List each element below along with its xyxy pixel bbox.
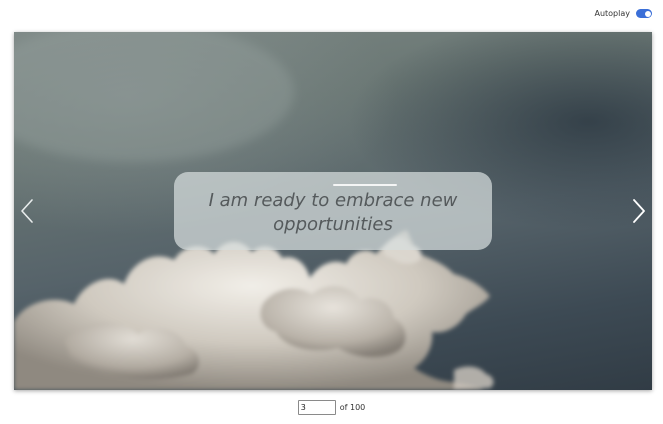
chevron-right-icon <box>633 199 645 223</box>
next-slide-button[interactable] <box>627 196 649 226</box>
quote-box: I am ready to embrace new opportunities <box>174 172 492 250</box>
pager: of 100 <box>0 400 663 415</box>
slide-image: I am ready to embrace new opportunities <box>14 32 652 390</box>
quote-text: I am ready to embrace new opportunities <box>208 190 458 235</box>
autoplay-toggle[interactable] <box>636 9 652 18</box>
autoplay-control: Autoplay <box>594 9 652 18</box>
chevron-left-icon <box>21 199 33 223</box>
toggle-knob <box>644 10 651 17</box>
slideshow-page: Autoplay I am ready to embrace new oppor… <box>0 0 663 424</box>
page-total-label: of 100 <box>339 403 366 412</box>
page-number-input[interactable] <box>297 400 336 415</box>
progress-bar <box>333 184 397 186</box>
previous-slide-button[interactable] <box>17 196 39 226</box>
autoplay-label: Autoplay <box>594 9 630 18</box>
